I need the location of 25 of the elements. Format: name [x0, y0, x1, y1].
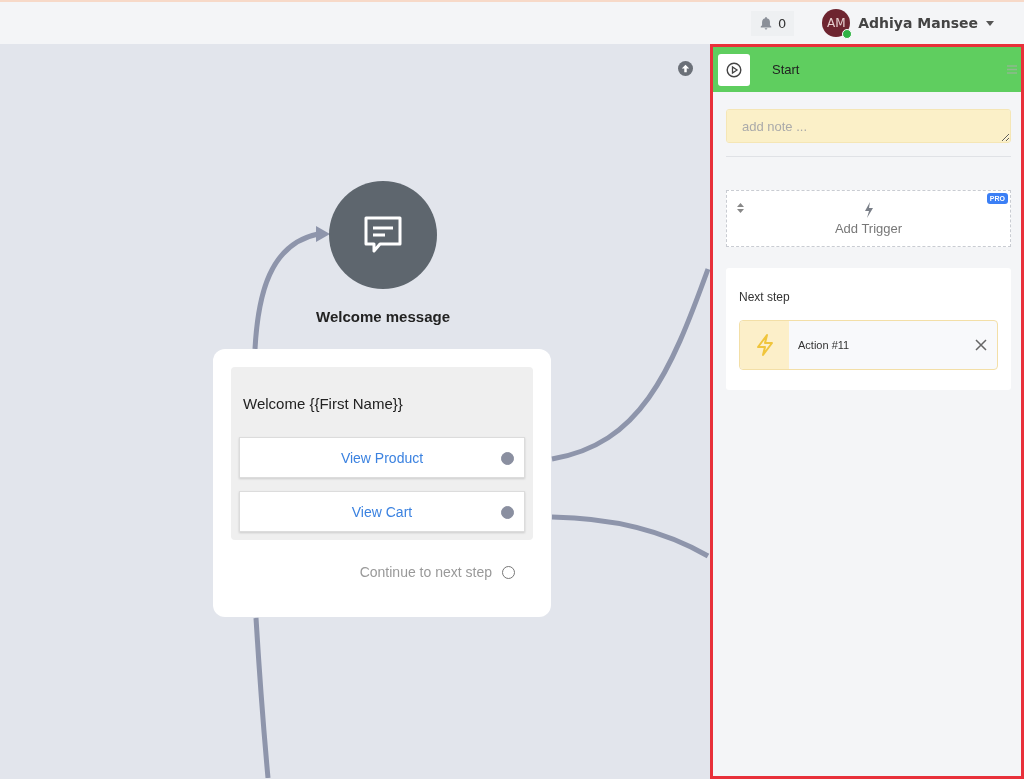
continue-label: Continue to next step	[359, 564, 492, 580]
connection-port[interactable]	[501, 452, 514, 465]
user-name: Adhiya Mansee	[858, 15, 978, 31]
arrow-up-icon[interactable]	[678, 61, 693, 76]
sort-icon	[737, 203, 744, 213]
lightning-icon	[740, 321, 789, 369]
panel-title: Start	[772, 62, 801, 77]
bell-icon	[758, 16, 773, 30]
close-icon[interactable]	[975, 339, 987, 351]
quick-reply-button[interactable]: View Cart	[239, 491, 525, 532]
next-step-title: Next step	[739, 290, 791, 304]
lightning-icon	[863, 201, 874, 218]
connection-port[interactable]	[502, 565, 515, 579]
avatar: AM	[822, 9, 851, 37]
quick-reply-button[interactable]: View Product	[239, 437, 525, 478]
connection-port[interactable]	[501, 506, 514, 519]
user-menu[interactable]: AM Adhiya Mansee	[822, 9, 994, 37]
caret-icon	[986, 20, 994, 26]
node-title: Welcome message	[315, 308, 451, 325]
play-icon	[718, 53, 750, 86]
action-item[interactable]: Action #11	[739, 320, 998, 370]
message-text: Welcome {{First Name}}	[242, 394, 404, 414]
notifications-button[interactable]: 0	[750, 10, 795, 36]
note-field[interactable]: add note ...	[726, 109, 1011, 143]
action-label: Action #11	[798, 339, 851, 351]
